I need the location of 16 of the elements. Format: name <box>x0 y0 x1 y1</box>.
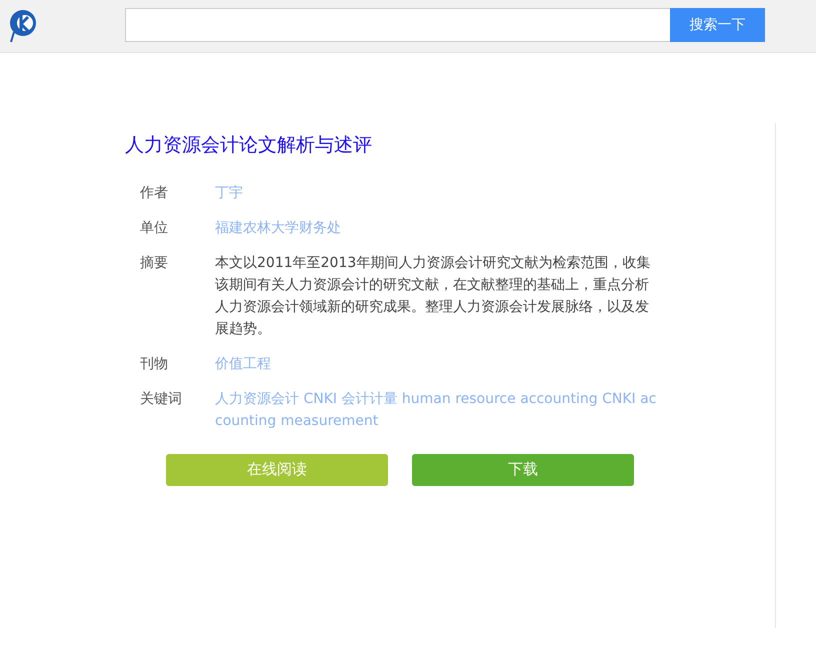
logo-icon <box>8 8 38 44</box>
field-label: 作者 <box>140 184 169 202</box>
field-label: 单位 <box>140 218 169 238</box>
field-label: 刊物 <box>140 354 169 374</box>
search-field[interactable] <box>125 8 670 42</box>
search-button[interactable]: 搜索一下 <box>670 8 765 42</box>
field-link[interactable]: 福建农林大学财务处 <box>215 216 660 238</box>
field-link[interactable]: 丁宇 <box>215 182 660 204</box>
read-online-button[interactable]: 在线阅读 <box>166 454 388 486</box>
field-link[interactable]: 价值工程 <box>215 352 660 374</box>
field-label: 摘要 <box>140 254 169 272</box>
field-label: 关键词 <box>140 390 183 408</box>
field-value: 本文以2011年至2013年期间人力资源会计研究文献为检索范围，收集该期间有关人力资源会计的研究文献，在文献整理的基础上，重点分析人力资源会计领域新的研究成果。整理人力资源会计发展脉络，以及发展趋势。 <box>215 254 652 338</box>
field-link[interactable]: 人力资源会计 CNKI 会计计量 human resource accounting CNKI accounting measurement <box>215 388 660 432</box>
download-button[interactable]: 下载 <box>412 454 634 486</box>
article-title: 人力资源会计论文解析与述评 <box>125 133 373 158</box>
